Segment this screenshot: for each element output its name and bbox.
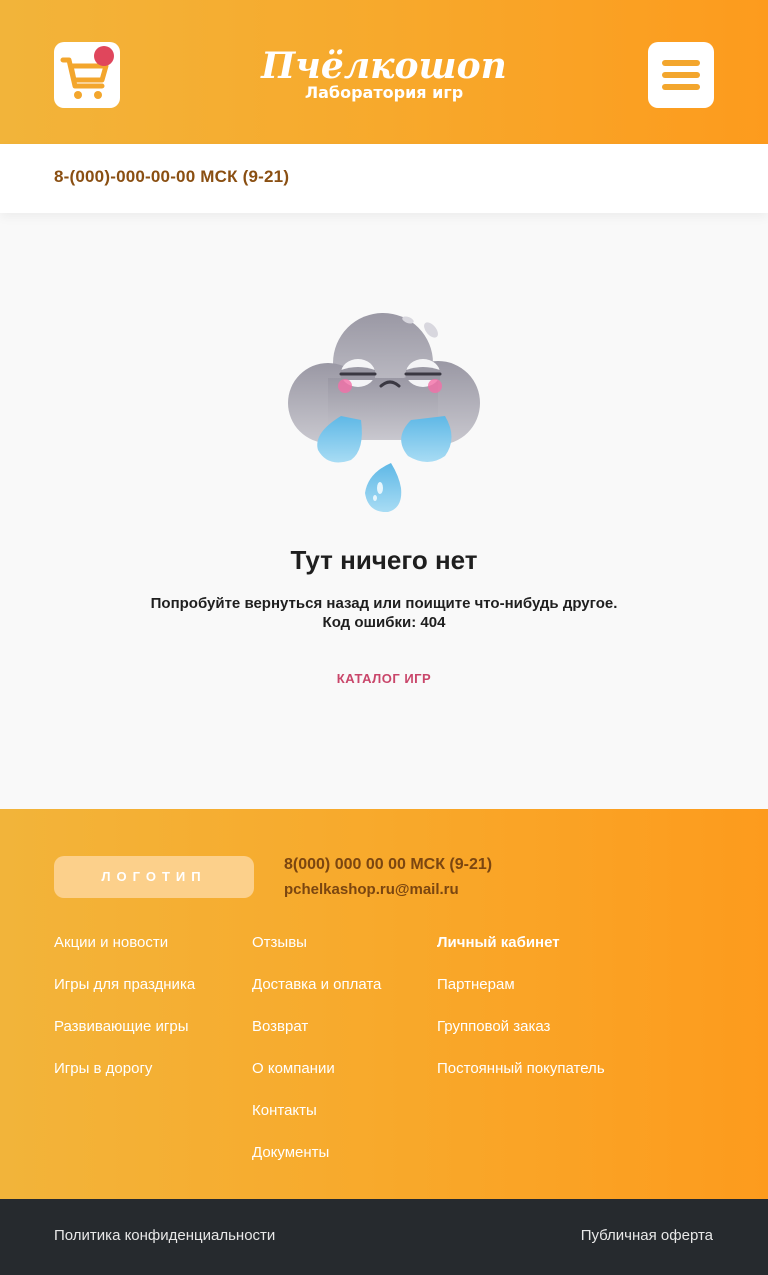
footer-email[interactable]: pchelkashop.ru@mail.ru (284, 881, 459, 898)
footer-link[interactable]: Акции и новости (54, 933, 195, 975)
bottom-bar: Политика конфиденциальности Публичная оф… (0, 1199, 768, 1275)
error-message: Попробуйте вернуться назад или поищите ч… (0, 594, 768, 632)
footer-link[interactable]: Контакты (252, 1101, 381, 1143)
footer-col-2: Отзывы Доставка и оплата Возврат О компа… (252, 933, 381, 1185)
offer-link[interactable]: Публичная оферта (581, 1227, 713, 1244)
error-title: Тут ничего нет (290, 545, 478, 575)
error-code: Код ошибки: 404 (322, 614, 446, 631)
sad-cloud-icon (288, 313, 480, 513)
hamburger-icon (662, 60, 700, 66)
footer-link[interactable]: Групповой заказ (437, 1017, 605, 1059)
phone-bar: 8-(000)-000-00-00 МСК (9-21) (0, 144, 768, 213)
footer-col-1: Акции и новости Игры для праздника Разви… (54, 933, 195, 1101)
menu-button[interactable] (648, 42, 714, 108)
footer-phone[interactable]: 8(000) 000 00 00 МСК (9-21) (284, 856, 492, 874)
footer-link[interactable]: Партнерам (437, 975, 605, 1017)
footer-link[interactable]: О компании (252, 1059, 381, 1101)
footer-col-3: Личный кабинет Партнерам Групповой заказ… (437, 933, 605, 1101)
error-message-line: Попробуйте вернуться назад или поищите ч… (150, 595, 618, 612)
footer-link[interactable]: Игры для праздника (54, 975, 195, 1017)
footer-link[interactable]: Развивающие игры (54, 1017, 195, 1059)
footer: ЛОГОТИП 8(000) 000 00 00 МСК (9-21) pche… (0, 809, 768, 1199)
cart-button[interactable] (54, 42, 120, 108)
cart-badge (94, 46, 114, 66)
footer-link[interactable]: Доставка и оплата (252, 975, 381, 1017)
footer-link[interactable]: Игры в дорогу (54, 1059, 195, 1101)
site-logo[interactable]: Пчёлкошоп Лаборатория игр (254, 44, 514, 102)
footer-link[interactable]: Возврат (252, 1017, 381, 1059)
footer-logo[interactable]: ЛОГОТИП (54, 856, 254, 898)
footer-link[interactable]: Постоянный покупатель (437, 1059, 605, 1101)
logo-name: Пчёлкошоп (261, 45, 507, 87)
catalog-link[interactable]: КАТАЛОГ ИГР (0, 671, 768, 686)
header: Пчёлкошоп Лаборатория игр (0, 0, 768, 144)
account-link[interactable]: Личный кабинет (437, 933, 605, 975)
privacy-link[interactable]: Политика конфиденциальности (54, 1227, 275, 1244)
footer-link[interactable]: Документы (252, 1143, 381, 1185)
header-phone[interactable]: 8-(000)-000-00-00 МСК (9-21) (54, 167, 289, 187)
footer-link[interactable]: Отзывы (252, 933, 381, 975)
